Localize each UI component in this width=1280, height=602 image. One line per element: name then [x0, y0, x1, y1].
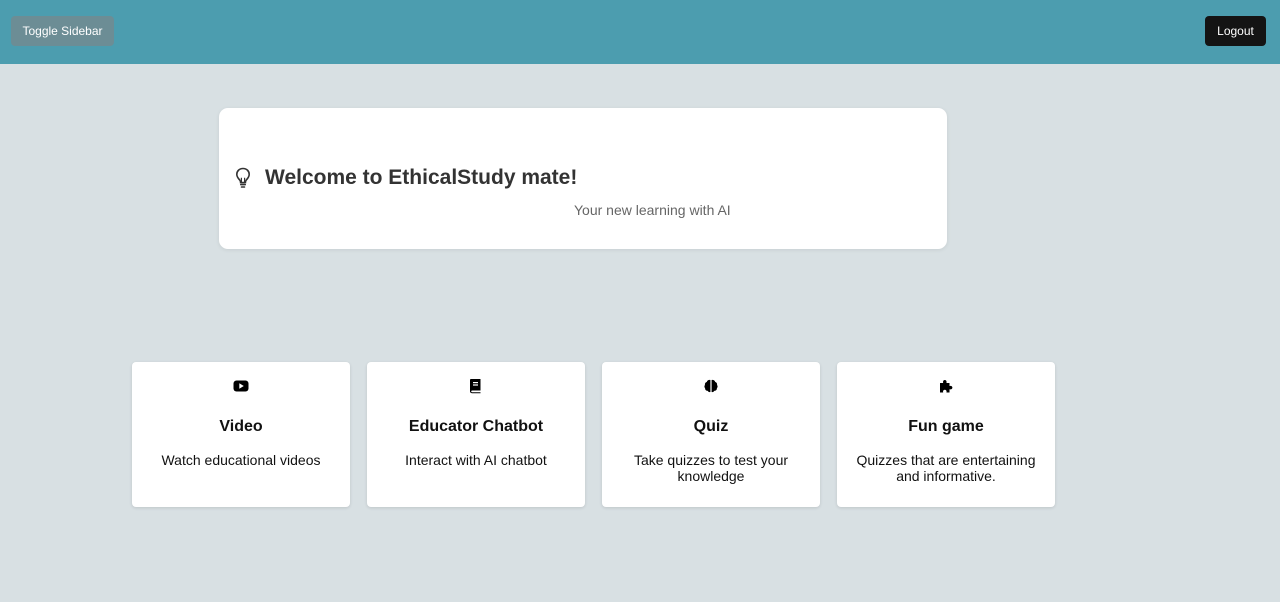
logout-button[interactable]: Logout — [1205, 16, 1266, 46]
feature-card-quiz[interactable]: Quiz Take quizzes to test your knowledge — [602, 362, 820, 507]
brain-icon — [704, 379, 718, 393]
feature-description: Watch educational videos — [161, 452, 321, 468]
top-bar: Toggle Sidebar Logout — [0, 0, 1280, 64]
feature-description: Take quizzes to test your knowledge — [633, 452, 789, 484]
book-icon — [470, 379, 481, 394]
feature-description: Interact with AI chatbot — [405, 452, 547, 468]
toggle-sidebar-button[interactable]: Toggle Sidebar — [11, 16, 114, 46]
feature-description: Quizzes that are entertaining and inform… — [856, 452, 1036, 484]
feature-title: Educator Chatbot — [408, 418, 544, 435]
feature-title: Quiz — [693, 418, 729, 435]
lightbulb-icon — [235, 167, 251, 188]
youtube-icon — [233, 380, 249, 392]
feature-card-video[interactable]: Video Watch educational videos — [132, 362, 350, 507]
welcome-subtitle: Your new learning with AI — [574, 202, 731, 218]
feature-card-fun-game[interactable]: Fun game Quizzes that are entertaining a… — [837, 362, 1055, 507]
puzzle-icon — [940, 380, 953, 393]
feature-title: Video — [219, 418, 263, 435]
welcome-title: Welcome to EthicalStudy mate! — [265, 166, 578, 189]
feature-title: Fun game — [908, 418, 984, 435]
feature-card-educator-chatbot[interactable]: Educator Chatbot Interact with AI chatbo… — [367, 362, 585, 507]
